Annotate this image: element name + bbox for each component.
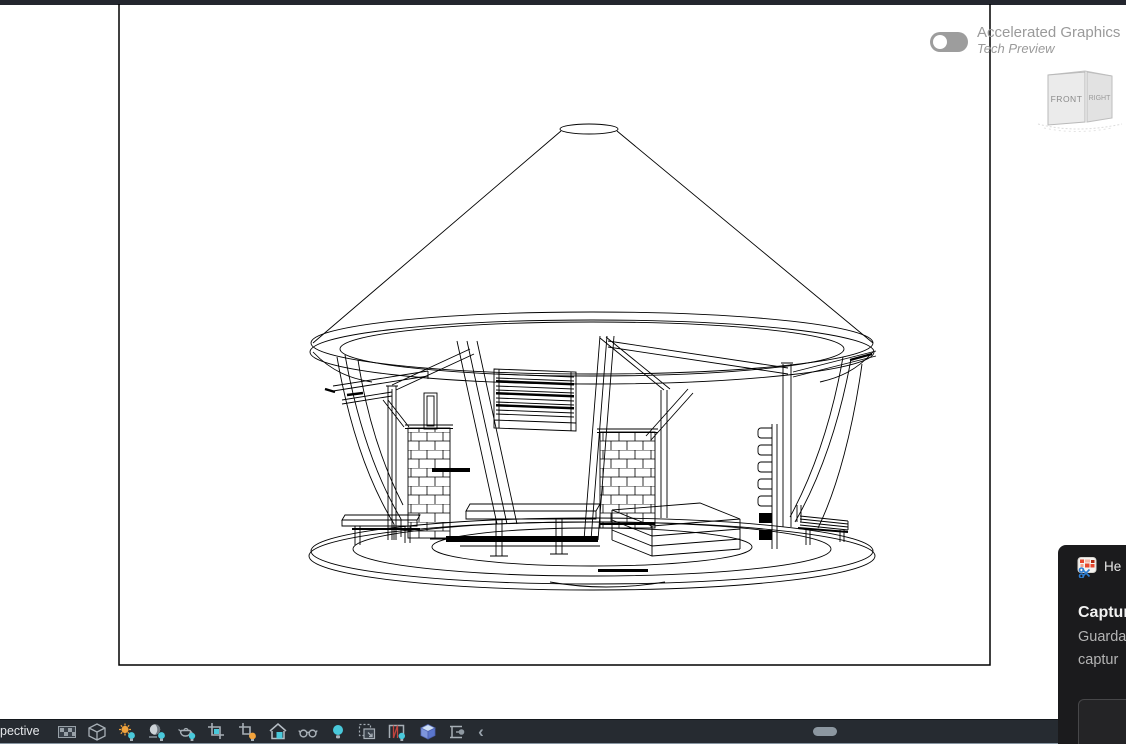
sun-path-icon[interactable] bbox=[116, 721, 138, 743]
accelerated-graphics-control: Accelerated Graphics Tech Preview bbox=[928, 24, 1126, 62]
visual-style-icon[interactable] bbox=[86, 721, 108, 743]
crop-view-icon[interactable] bbox=[206, 721, 228, 743]
notification-title: Captur bbox=[1078, 604, 1126, 622]
show-crop-region-icon[interactable] bbox=[237, 721, 259, 743]
notification-app-label: He bbox=[1104, 559, 1121, 574]
notification-body-line2: captur bbox=[1078, 652, 1118, 668]
reveal-hidden-elements-icon[interactable] bbox=[327, 721, 349, 743]
shadows-icon[interactable] bbox=[146, 721, 168, 743]
collapse-chevron-icon[interactable]: ‹ bbox=[473, 722, 489, 742]
status-bar-scrollbar-thumb[interactable] bbox=[813, 727, 837, 736]
show-rendering-dialog-icon[interactable] bbox=[176, 721, 198, 743]
pavilion-model bbox=[309, 124, 876, 590]
snipping-tool-notification[interactable]: He Captur Guarda captur bbox=[1058, 545, 1126, 744]
notification-thumbnail[interactable] bbox=[1078, 699, 1126, 744]
reveal-constraints-icon[interactable] bbox=[446, 721, 468, 743]
drawing-canvas[interactable] bbox=[0, 0, 1126, 744]
snipping-tool-icon bbox=[1076, 556, 1098, 578]
view-scale-label[interactable]: pective bbox=[0, 724, 40, 738]
detail-level-icon[interactable] bbox=[56, 721, 78, 743]
view-control-bar: pective bbox=[0, 719, 1126, 744]
revit-window: Accelerated Graphics Tech Preview FRONT … bbox=[0, 0, 1126, 744]
viewcube-right-label: RIGHT bbox=[1089, 95, 1112, 102]
viewcube[interactable]: FRONT RIGHT bbox=[1036, 62, 1126, 136]
analytical-model-icon[interactable] bbox=[386, 721, 408, 743]
tech-preview-label: Tech Preview bbox=[977, 41, 1055, 56]
highlight-displacement-sets-icon[interactable] bbox=[417, 721, 439, 743]
accelerated-graphics-label: Accelerated Graphics bbox=[977, 24, 1120, 41]
toggle-knob-icon bbox=[933, 35, 947, 49]
temporary-view-properties-icon[interactable] bbox=[356, 721, 378, 743]
notification-body-line1: Guarda bbox=[1078, 629, 1126, 645]
viewcube-front-label: FRONT bbox=[1051, 94, 1083, 104]
locked-3d-view-icon[interactable] bbox=[267, 721, 289, 743]
temporary-hide-isolate-icon[interactable] bbox=[297, 721, 319, 743]
accelerated-graphics-toggle[interactable] bbox=[930, 32, 968, 52]
